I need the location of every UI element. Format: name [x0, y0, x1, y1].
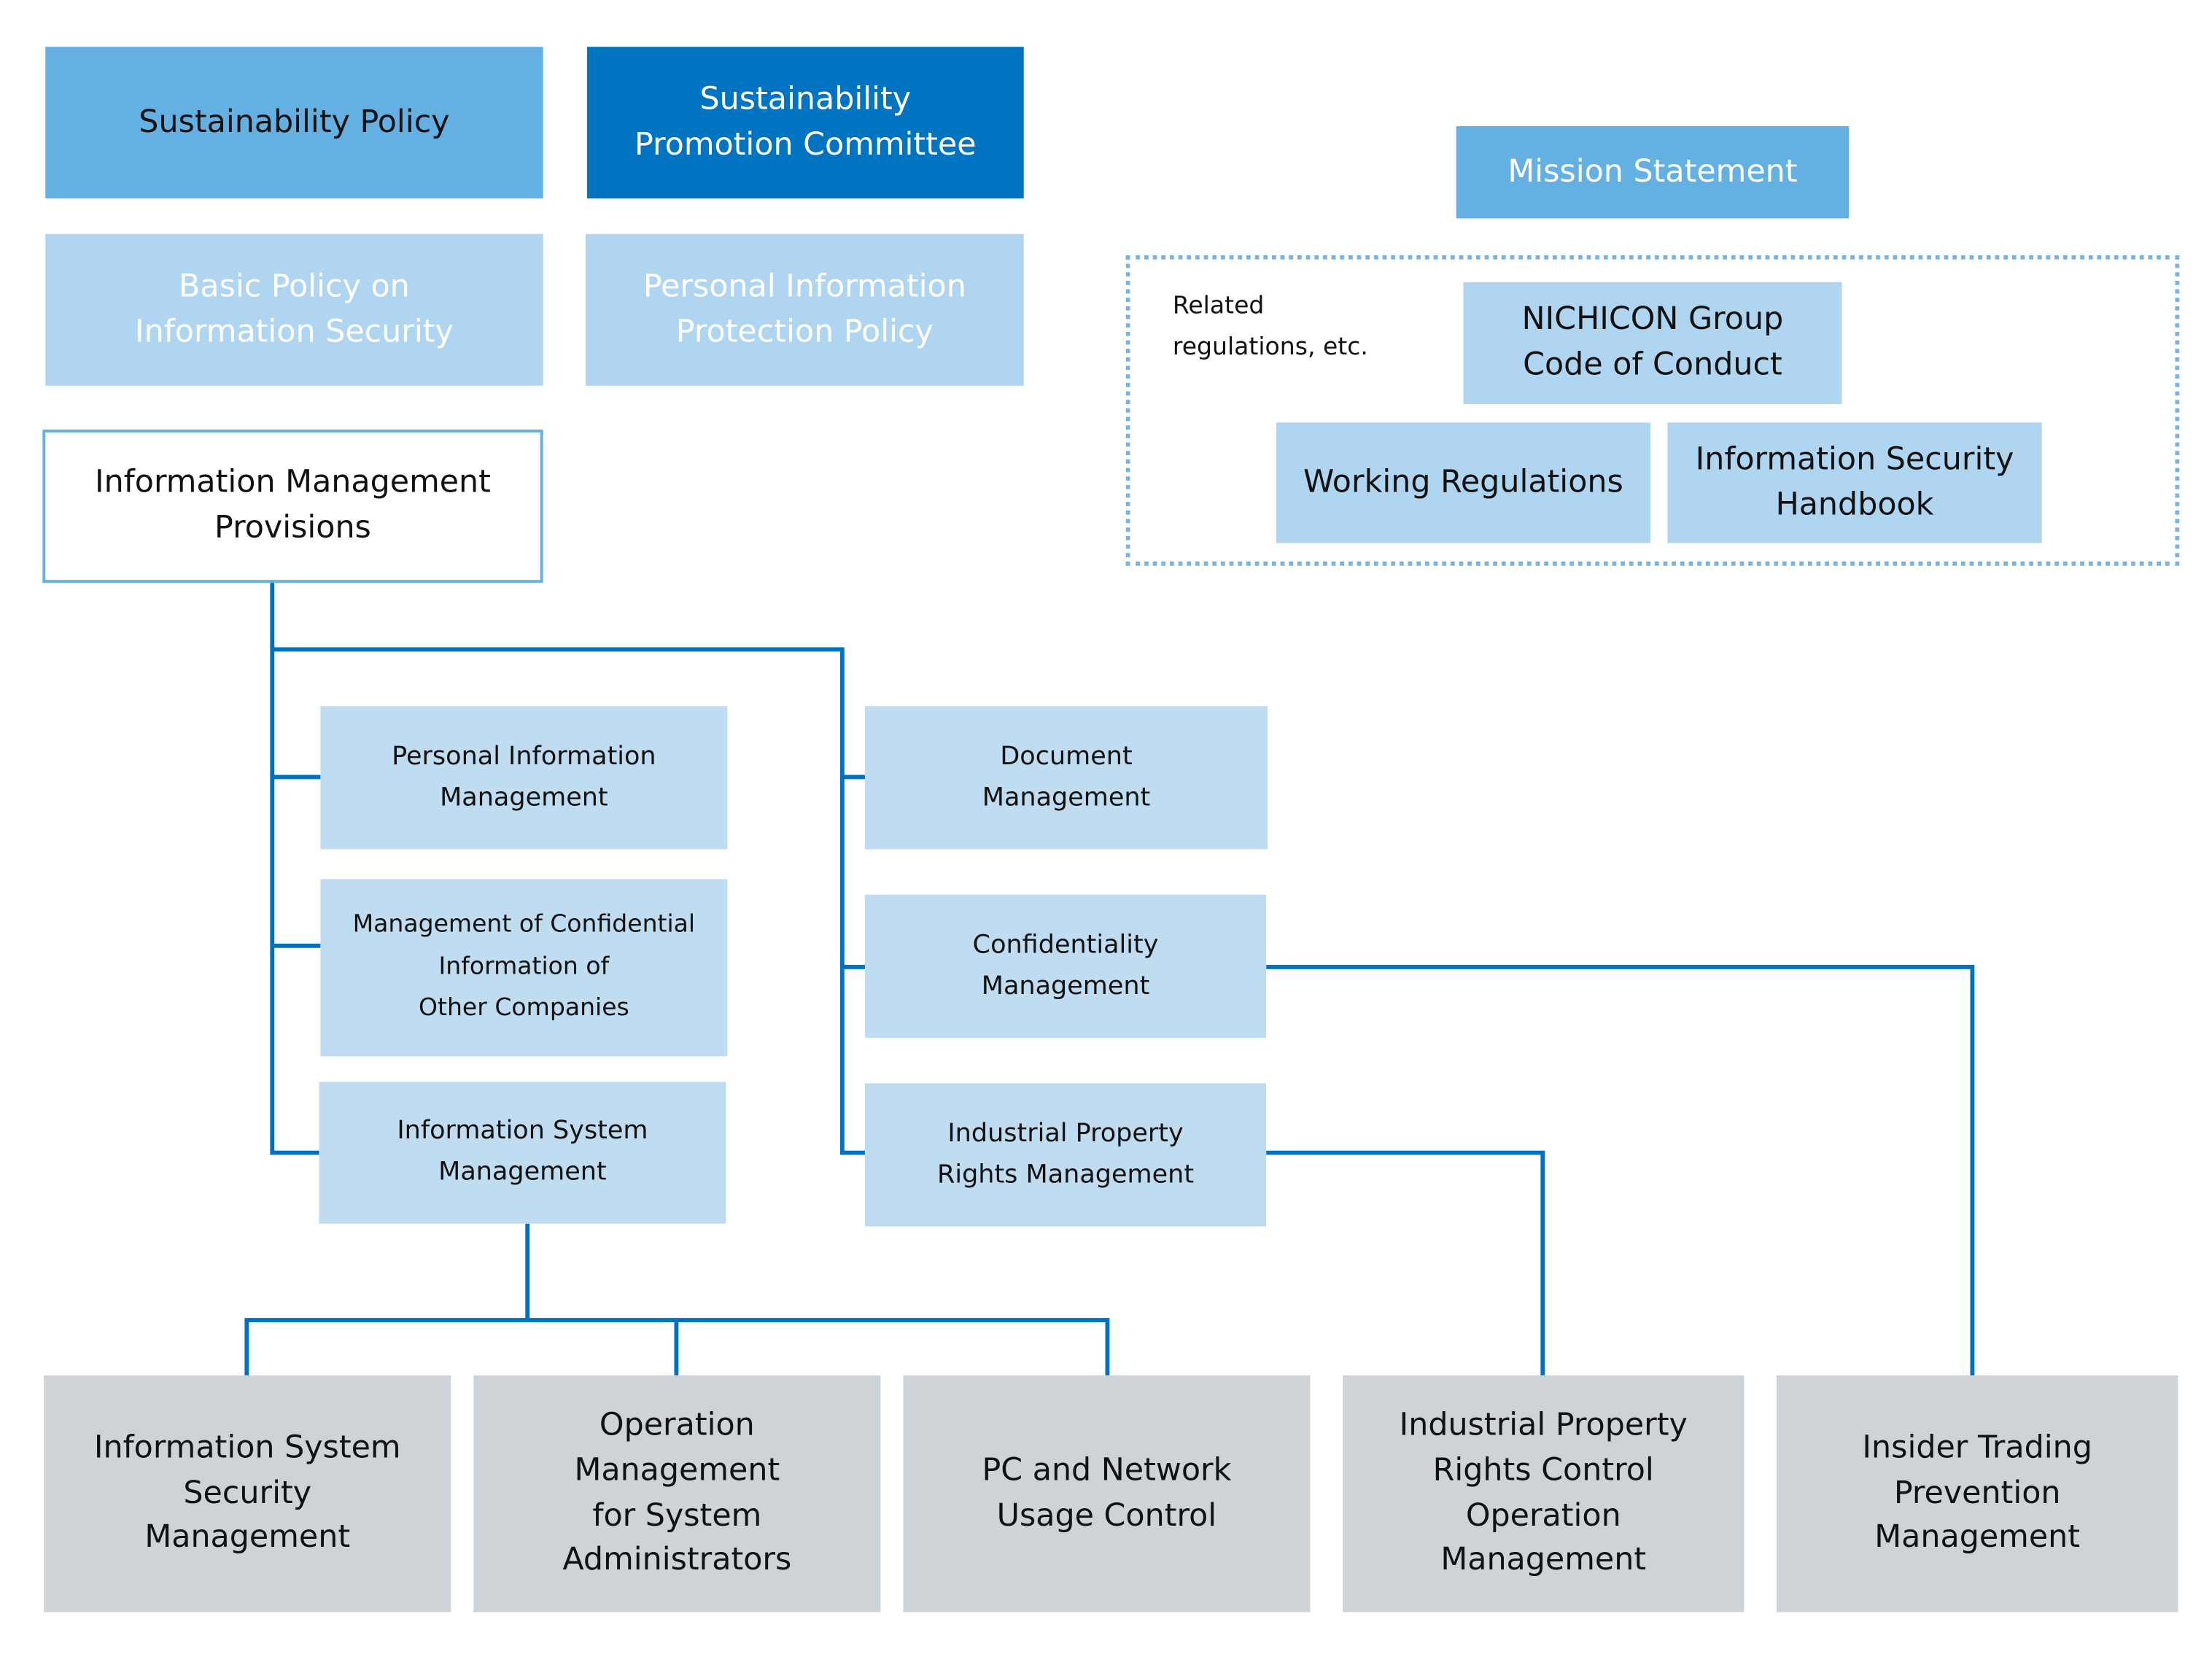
- insider-trading-box: Insider Trading Prevention Management: [1777, 1375, 2178, 1612]
- connector-confidentiality: [1266, 965, 1975, 1375]
- basic-policy-box: Basic Policy on Information Security: [45, 233, 543, 386]
- pc-network-box: PC and Network Usage Control: [903, 1375, 1311, 1612]
- provisions-box: Information Management Provisions: [42, 430, 543, 583]
- operation-admin-box: Operation Management for System Administ…: [473, 1375, 881, 1612]
- connector-industrial: [1266, 1150, 1545, 1375]
- sustainability-policy-box: Sustainability Policy: [45, 47, 543, 199]
- personal-info-mgmt-box: Personal Information Management: [320, 706, 728, 850]
- information-management-diagram: Sustainability Policy Sustainability Pro…: [0, 0, 2212, 1673]
- industrial-property-mgmt-box: Industrial Property Rights Management: [864, 1083, 1267, 1227]
- info-system-mgmt-box: Information System Management: [319, 1082, 726, 1224]
- confidentiality-mgmt-box: Confidentiality Management: [864, 894, 1267, 1039]
- document-mgmt-box: Document Management: [864, 706, 1268, 850]
- mission-statement-box: Mission Statement: [1456, 126, 1850, 219]
- confidential-other-box: Management of Confidential Information o…: [320, 879, 728, 1057]
- connector-provisions-left: [270, 583, 321, 1155]
- related-regulations-label: Related regulations, etc.: [1172, 292, 1368, 362]
- code-of-conduct-box: NICHICON Group Code of Conduct: [1463, 282, 1842, 405]
- security-handbook-box: Information Security Handbook: [1667, 422, 2042, 543]
- promotion-committee-box: Sustainability Promotion Committee: [586, 47, 1024, 199]
- system-security-box: Information System Security Management: [44, 1375, 451, 1612]
- connector-info-system: [244, 1223, 1110, 1375]
- personal-info-policy-box: Personal Information Protection Policy: [585, 233, 1024, 386]
- ip-control-box: Industrial Property Rights Control Opera…: [1343, 1375, 1745, 1612]
- working-regulations-box: Working Regulations: [1276, 422, 1651, 543]
